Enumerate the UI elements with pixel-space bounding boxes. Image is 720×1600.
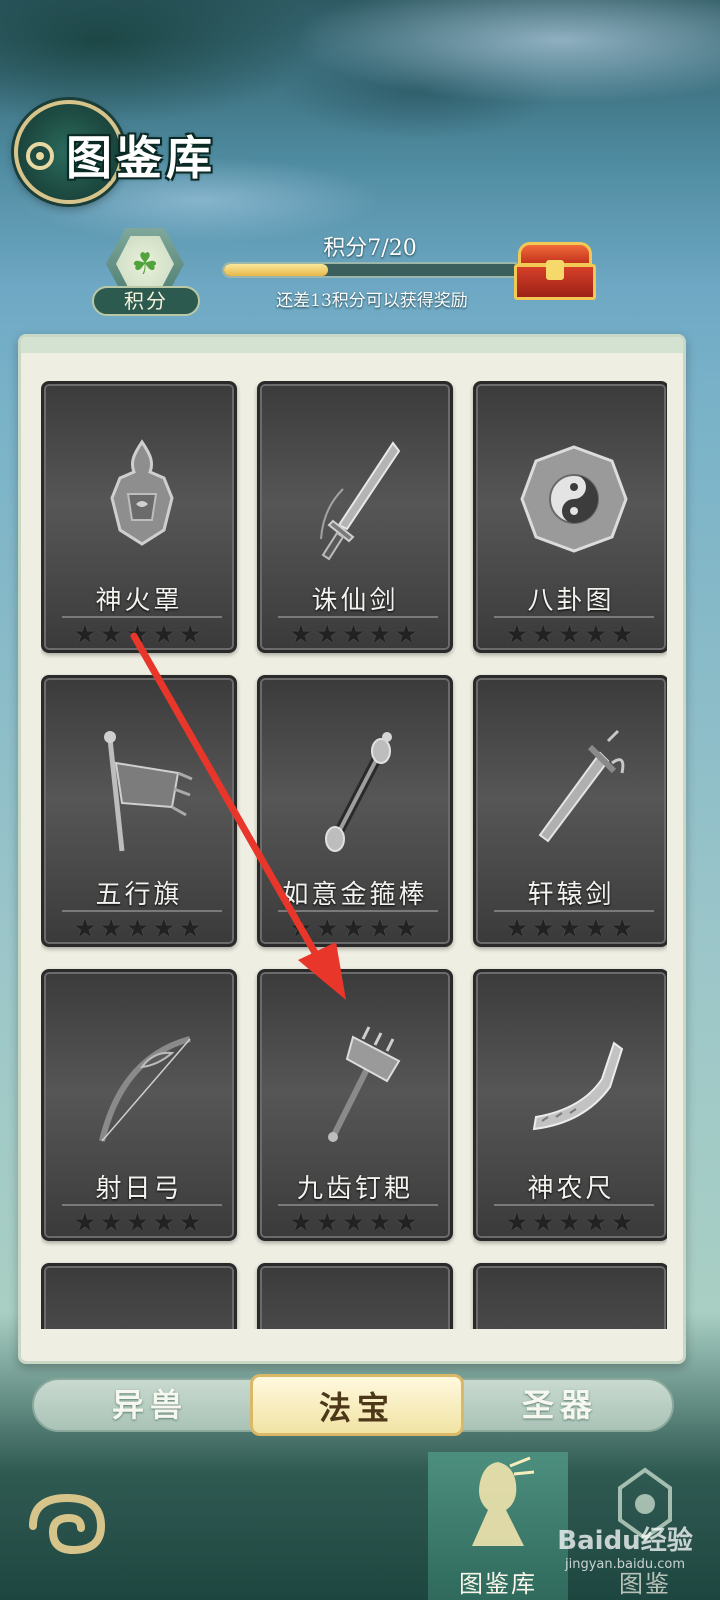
card-divider [278,1204,438,1206]
tab-shengqi[interactable]: 圣器 [460,1380,660,1430]
card-rating-stars: ★★★★★ [73,1208,205,1238]
card-name: 如意金箍棒 [282,880,428,910]
card-rating-stars: ★★★★★ [505,1208,637,1238]
sword-icon [298,424,418,574]
card-divider [494,616,654,618]
card-name: 神火罩 [95,586,183,616]
card-divider [62,910,222,912]
baidu-watermark: Baidu经验 jingyan.baidu.com [540,1520,710,1572]
card-shennongchi[interactable]: 神农尺 ★★★★★ [473,969,667,1241]
chest-lock [546,260,564,280]
rake-icon [298,1012,418,1162]
card-divider [62,616,222,618]
treasure-chest-icon[interactable] [514,242,596,300]
card-rating-stars: ★★★★★ [505,620,637,650]
card-shenhuozhao[interactable]: 神火罩 ★★★★★ [41,381,237,653]
category-tab-bar: 异兽 法宝 圣器 [32,1374,674,1436]
card-rating-stars: ★★★★★ [289,620,421,650]
card-name: 五行旗 [95,880,183,910]
shield-icon [82,424,202,574]
card-name: 轩辕剑 [527,880,615,910]
moon-icon [26,142,54,170]
collection-panel: 神火罩 ★★★★★ 诛仙剑 ★★★★★ 八卦图 ★★★★★ 五行旗 ★★★★★ … [18,334,686,1364]
card-divider [278,910,438,912]
points-progress-bar [222,262,522,278]
card-partial[interactable] [41,1263,237,1329]
points-hint: 还差13积分可以获得奖励 [276,291,468,311]
card-name: 射日弓 [95,1174,183,1204]
points-progress-fill [224,264,328,276]
card-divider [494,910,654,912]
card-rating-stars: ★★★★★ [289,1208,421,1238]
points-label[interactable]: 积分 [92,286,200,316]
card-baguatu[interactable]: 八卦图 ★★★★★ [473,381,667,653]
back-swirl-icon[interactable] [18,1476,118,1576]
card-divider [278,616,438,618]
watermark-sub: jingyan.baidu.com [565,1557,685,1572]
card-partial[interactable] [473,1263,667,1329]
card-rating-stars: ★★★★★ [505,914,637,944]
card-jiuchidingpa[interactable]: 九齿钉耙 ★★★★★ [257,969,453,1241]
ruler-icon [514,1012,634,1162]
card-xuanyuanjian[interactable]: 轩辕剑 ★★★★★ [473,675,667,947]
card-rating-stars: ★★★★★ [73,914,205,944]
card-partial[interactable] [257,1263,453,1329]
card-ruyijingubang[interactable]: 如意金箍棒 ★★★★★ [257,675,453,947]
flag-icon [82,718,202,868]
card-grid[interactable]: 神火罩 ★★★★★ 诛仙剑 ★★★★★ 八卦图 ★★★★★ 五行旗 ★★★★★ … [41,381,667,1329]
bow-icon [82,1012,202,1162]
card-rating-stars: ★★★★★ [73,620,205,650]
watermark-main: Baidu经验 [557,1526,693,1556]
panel-top-trim [21,337,683,353]
page-title: 图鉴库 [66,131,216,185]
points-progress-text: 积分7/20 [323,236,417,261]
card-name: 诛仙剑 [311,586,399,616]
card-name: 九齿钉耙 [296,1174,413,1204]
card-name: 八卦图 [527,586,615,616]
bagua-icon [514,424,634,574]
tab-fabao[interactable]: 法宝 [250,1374,464,1436]
card-rating-stars: ★★★★★ [289,914,421,944]
staff-icon [298,718,418,868]
card-wuxingqi[interactable]: 五行旗 ★★★★★ [41,675,237,947]
sword-icon [514,718,634,868]
card-divider [62,1204,222,1206]
card-divider [494,1204,654,1206]
card-sheriGong[interactable]: 射日弓 ★★★★★ [41,969,237,1241]
card-zhuxianjian[interactable]: 诛仙剑 ★★★★★ [257,381,453,653]
tab-yishou[interactable]: 异兽 [50,1380,250,1430]
card-name: 神农尺 [527,1174,615,1204]
